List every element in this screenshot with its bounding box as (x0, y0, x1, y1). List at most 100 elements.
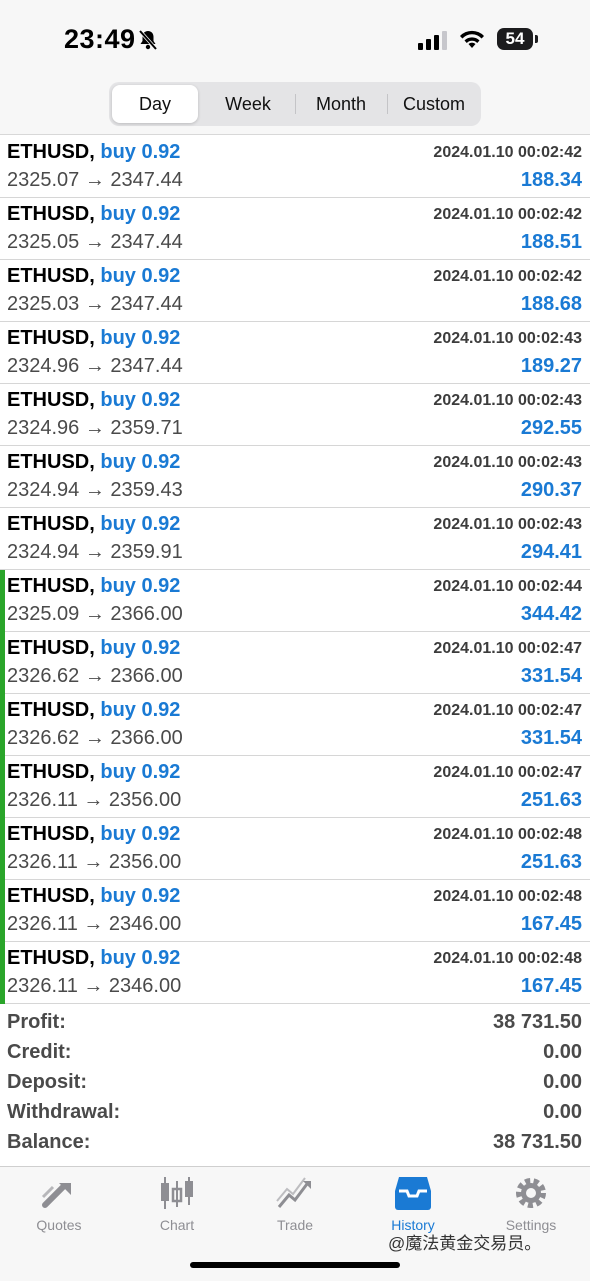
trade-profit: 294.41 (520, 541, 582, 563)
trade-prices: 2326.62 → 2366.00 (7, 665, 183, 687)
trade-profit: 188.68 (520, 293, 582, 315)
trade-row[interactable]: ETHUSD, buy 0.92 2024.01.10 00:02:48 232… (0, 880, 590, 942)
segment-week[interactable]: Week (202, 85, 294, 123)
trade-profit: 189.27 (520, 355, 582, 377)
trade-symbol: ETHUSD, (7, 823, 95, 845)
summary-deposit-row: Deposit: 0.00 (0, 1069, 590, 1099)
trade-row[interactable]: ETHUSD, buy 0.92 2024.01.10 00:02:42 232… (0, 260, 590, 322)
trade-prices: 2325.07 → 2347.44 (7, 169, 183, 191)
trade-side: buy 0.92 (100, 451, 181, 473)
home-indicator[interactable] (190, 1262, 400, 1268)
row-marker (0, 880, 5, 942)
trade-row[interactable]: ETHUSD, buy 0.92 2024.01.10 00:02:47 232… (0, 694, 590, 756)
trade-profit: 188.51 (520, 231, 582, 253)
trade-prices: 2325.05 → 2347.44 (7, 231, 183, 253)
trade-time: 2024.01.10 00:02:44 (433, 578, 582, 595)
trade-time: 2024.01.10 00:02:48 (433, 888, 582, 905)
trade-row[interactable]: ETHUSD, buy 0.92 2024.01.10 00:02:42 232… (0, 198, 590, 260)
tab-settings[interactable]: Settings (472, 1175, 590, 1233)
summary-value: 0.00 (543, 1041, 582, 1063)
trade-time: 2024.01.10 00:02:42 (433, 206, 582, 223)
summary-value: 0.00 (543, 1071, 582, 1093)
segment-divider (387, 94, 388, 114)
trade-history-list: ETHUSD, buy 0.92 2024.01.10 00:02:42 232… (0, 136, 590, 1004)
watermark-text: @魔法黄金交易员。 (388, 1234, 542, 1253)
tab-trade[interactable]: Trade (236, 1175, 354, 1233)
trade-profit: 292.55 (520, 417, 582, 439)
trade-prices: 2326.62 → 2366.00 (7, 727, 183, 749)
battery-icon: 54 (497, 28, 533, 50)
trade-profit: 167.45 (520, 975, 582, 997)
trade-row[interactable]: ETHUSD, buy 0.92 2024.01.10 00:02:48 232… (0, 818, 590, 880)
trade-row[interactable]: ETHUSD, buy 0.92 2024.01.10 00:02:43 232… (0, 446, 590, 508)
trade-time: 2024.01.10 00:02:43 (433, 516, 582, 533)
trade-time: 2024.01.10 00:02:47 (433, 702, 582, 719)
status-time: 23:49 (64, 24, 136, 54)
trade-prices: 2326.11 → 2346.00 (7, 913, 182, 935)
trade-prices: 2324.96 → 2359.71 (7, 417, 183, 439)
summary-withdrawal-row: Withdrawal: 0.00 (0, 1099, 590, 1129)
trade-side: buy 0.92 (100, 885, 181, 907)
quotes-icon (41, 1183, 71, 1208)
summary-value: 38 731.50 (493, 1131, 582, 1153)
tab-history[interactable]: History (354, 1175, 472, 1233)
account-summary: Profit: 38 731.50 Credit: 0.00 Deposit: … (0, 1009, 590, 1159)
segment-custom[interactable]: Custom (389, 85, 479, 123)
trade-row[interactable]: ETHUSD, buy 0.92 2024.01.10 00:02:43 232… (0, 508, 590, 570)
trade-row[interactable]: ETHUSD, buy 0.92 2024.01.10 00:02:44 232… (0, 570, 590, 632)
chart-icon (161, 1177, 193, 1209)
trade-side: buy 0.92 (100, 699, 181, 721)
trade-time: 2024.01.10 00:02:43 (433, 392, 582, 409)
trade-prices: 2326.11 → 2356.00 (7, 851, 182, 873)
tab-label: Chart (159, 1217, 195, 1233)
trade-profit: 331.54 (520, 727, 582, 749)
trade-prices: 2325.09 → 2366.00 (7, 603, 183, 625)
trade-side: buy 0.92 (100, 575, 181, 597)
battery-tip (535, 35, 538, 43)
trade-row[interactable]: ETHUSD, buy 0.92 2024.01.10 00:02:43 232… (0, 384, 590, 446)
row-marker (0, 942, 5, 1004)
trade-symbol: ETHUSD, (7, 947, 95, 969)
summary-value: 38 731.50 (493, 1011, 582, 1033)
trade-time: 2024.01.10 00:02:42 (433, 268, 582, 285)
trade-row[interactable]: ETHUSD, buy 0.92 2024.01.10 00:02:48 232… (0, 942, 590, 1004)
row-marker (0, 570, 5, 632)
trade-icon (276, 1177, 311, 1208)
tab-label: Trade (276, 1217, 314, 1233)
row-marker (0, 818, 5, 880)
trade-side: buy 0.92 (100, 203, 181, 225)
trade-profit: 167.45 (520, 913, 582, 935)
period-segmented-control: Day Week Month Custom (109, 82, 481, 126)
trade-side: buy 0.92 (100, 141, 181, 163)
trade-side: buy 0.92 (100, 761, 181, 783)
trade-row[interactable]: ETHUSD, buy 0.92 2024.01.10 00:02:42 232… (0, 136, 590, 198)
summary-credit-row: Credit: 0.00 (0, 1039, 590, 1069)
trade-profit: 251.63 (520, 851, 582, 873)
trade-prices: 2325.03 → 2347.44 (7, 293, 183, 315)
trade-symbol: ETHUSD, (7, 761, 95, 783)
bell-muted-icon (138, 29, 158, 56)
wifi-icon (458, 28, 486, 55)
row-marker (0, 632, 5, 694)
summary-label: Deposit: (7, 1071, 87, 1093)
segment-month[interactable]: Month (296, 85, 386, 123)
summary-value: 0.00 (543, 1101, 582, 1123)
trade-profit: 188.34 (520, 169, 582, 191)
trade-side: buy 0.92 (100, 327, 181, 349)
trade-row[interactable]: ETHUSD, buy 0.92 2024.01.10 00:02:47 232… (0, 756, 590, 818)
tab-quotes[interactable]: Quotes (0, 1175, 118, 1233)
trade-profit: 344.42 (520, 603, 582, 625)
trade-symbol: ETHUSD, (7, 513, 95, 535)
trade-prices: 2324.94 → 2359.91 (7, 541, 183, 563)
trade-side: buy 0.92 (100, 823, 181, 845)
trade-side: buy 0.92 (100, 513, 181, 535)
segment-day[interactable]: Day (112, 85, 198, 123)
settings-icon (516, 1178, 546, 1208)
period-selector-bar: Day Week Month Custom (0, 80, 590, 135)
trade-row[interactable]: ETHUSD, buy 0.92 2024.01.10 00:02:47 232… (0, 632, 590, 694)
summary-label: Credit: (7, 1041, 72, 1063)
trade-row[interactable]: ETHUSD, buy 0.92 2024.01.10 00:02:43 232… (0, 322, 590, 384)
summary-label: Balance: (7, 1131, 91, 1153)
tab-chart[interactable]: Chart (118, 1175, 236, 1233)
trade-time: 2024.01.10 00:02:47 (433, 764, 582, 781)
